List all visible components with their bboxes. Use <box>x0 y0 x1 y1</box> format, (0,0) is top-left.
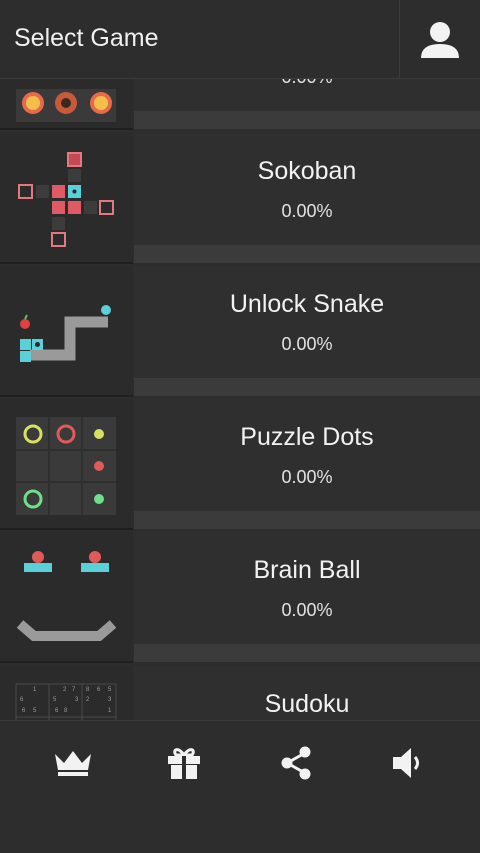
sudoku-digit: 2 <box>86 697 90 703</box>
sudoku-digit: 5 <box>53 697 57 703</box>
page-title: Select Game <box>14 24 159 52</box>
sudoku-digit: 6 <box>55 708 59 714</box>
speaker-icon <box>393 748 419 778</box>
gift-icon <box>168 748 200 779</box>
sudoku-digit: 8 <box>86 687 90 693</box>
sudoku-digit: 3 <box>108 697 112 703</box>
game-progress: 0.00% <box>134 79 480 88</box>
game-row-sokoban[interactable]: Sokoban 0.00% <box>0 133 480 266</box>
sudoku-digit: 6 <box>22 708 26 714</box>
game-row-sudoku[interactable]: 1 2 7 8 6 5 6 5 3 2 3 6 5 6 8 1 Sudoku <box>0 666 480 720</box>
game-progress: 0.00% <box>281 467 333 487</box>
sudoku-digit: 5 <box>33 708 37 714</box>
game-progress: 0.00% <box>281 201 333 221</box>
game-name: Sokoban <box>257 157 357 185</box>
dots-icon <box>16 417 116 515</box>
game-name: Unlock Snake <box>229 290 385 318</box>
sudoku-digit: 6 <box>20 697 24 703</box>
game-thumbnail <box>0 266 133 397</box>
game-row-brain-ball[interactable]: Brain Ball 0.00% <box>0 532 480 665</box>
game-row-fruit[interactable]: 0.00% <box>0 79 480 132</box>
sudoku-digit: 8 <box>64 708 68 714</box>
gift-button[interactable] <box>154 741 214 785</box>
game-thumbnail <box>0 532 133 663</box>
sound-button[interactable] <box>377 741 437 785</box>
game-thumbnail <box>0 399 133 530</box>
game-info: 0.00% <box>134 79 480 129</box>
sokoban-icon <box>18 152 114 247</box>
profile-button[interactable] <box>399 0 480 79</box>
game-thumbnail <box>0 79 133 130</box>
user-icon <box>421 21 459 58</box>
share-button[interactable] <box>266 741 326 785</box>
game-info: Sudoku <box>134 666 480 720</box>
sudoku-digit: 6 <box>97 687 101 693</box>
crown-icon <box>55 751 91 776</box>
game-thumbnail <box>0 133 133 264</box>
sudoku-digit: 5 <box>108 687 112 693</box>
sudoku-digit: 1 <box>108 708 112 714</box>
snake-icon <box>20 305 111 362</box>
game-info: Sokoban 0.00% <box>134 133 480 263</box>
game-progress: 0.00% <box>281 600 333 620</box>
game-name: Brain Ball <box>253 556 361 584</box>
game-name: Sudoku <box>264 690 350 718</box>
sudoku-digit: 2 <box>63 687 67 693</box>
ball-icon <box>16 551 117 641</box>
share-icon <box>281 746 311 780</box>
fruit-icon <box>22 92 112 114</box>
game-name: Puzzle Dots <box>240 423 374 451</box>
sudoku-digit: 7 <box>72 687 76 693</box>
game-row-unlock-snake[interactable]: Unlock Snake 0.00% <box>0 266 480 399</box>
game-info: Brain Ball 0.00% <box>134 532 480 662</box>
sudoku-digit: 3 <box>75 697 79 703</box>
game-list[interactable]: 0.00% Sokoban 0.00% <box>0 79 480 720</box>
sudoku-digit: 1 <box>33 687 37 693</box>
game-thumbnail: 1 2 7 8 6 5 6 5 3 2 3 6 5 6 8 1 <box>0 666 133 720</box>
leaderboard-button[interactable] <box>43 741 103 785</box>
game-progress: 0.00% <box>281 334 333 354</box>
sudoku-grid-icon: 1 2 7 8 6 5 6 5 3 2 3 6 5 6 8 1 <box>15 683 117 720</box>
bottom-toolbar <box>0 720 480 853</box>
app-header: Select Game <box>0 0 480 79</box>
game-row-puzzle-dots[interactable]: Puzzle Dots 0.00% <box>0 399 480 532</box>
game-info: Unlock Snake 0.00% <box>134 266 480 396</box>
game-info: Puzzle Dots 0.00% <box>134 399 480 529</box>
